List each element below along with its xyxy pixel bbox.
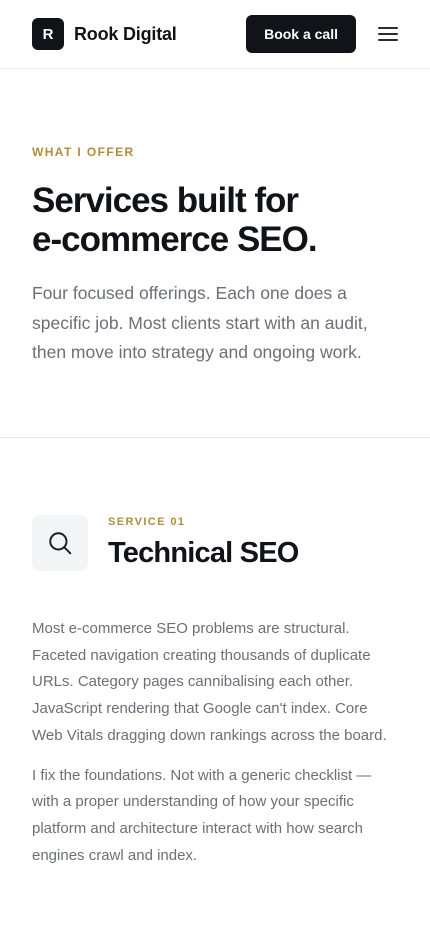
hero-eyebrow: WHAT I OFFER — [32, 145, 135, 159]
brand-name[interactable]: Rook Digital — [74, 24, 177, 45]
book-call-button[interactable]: Book a call — [246, 15, 356, 53]
service-title: Technical SEO — [108, 537, 299, 569]
service-header: SERVICE 01 Technical SEO — [32, 515, 398, 571]
hero-section: WHAT I OFFER Services built for e-commer… — [0, 69, 430, 438]
site-header: R Rook Digital Book a call — [0, 0, 430, 69]
hamburger-menu-icon[interactable] — [378, 27, 398, 41]
service-body: Most e-commerce SEO problems are structu… — [32, 616, 398, 869]
menu-line — [378, 33, 398, 35]
service-paragraph: Most e-commerce SEO problems are structu… — [32, 620, 387, 744]
page-title-line-1: Services built for — [32, 181, 299, 220]
service-paragraph: I fix the foundations. Not with a generi… — [32, 766, 372, 864]
logo-mark[interactable]: R — [32, 18, 64, 50]
page-title: Services built for e-commerce SEO. — [32, 181, 398, 259]
hero-lead: Four focused offerings. Each one does a … — [32, 283, 368, 362]
menu-line — [378, 27, 398, 29]
page-title-line-2: e-commerce SEO. — [32, 220, 318, 259]
service-eyebrow: SERVICE 01 — [108, 516, 186, 528]
service-titles: SERVICE 01 Technical SEO — [108, 516, 299, 570]
search-icon — [32, 515, 88, 571]
service-card-technical-seo: SERVICE 01 Technical SEO Most e-commerce… — [0, 438, 430, 869]
menu-line — [378, 39, 398, 41]
